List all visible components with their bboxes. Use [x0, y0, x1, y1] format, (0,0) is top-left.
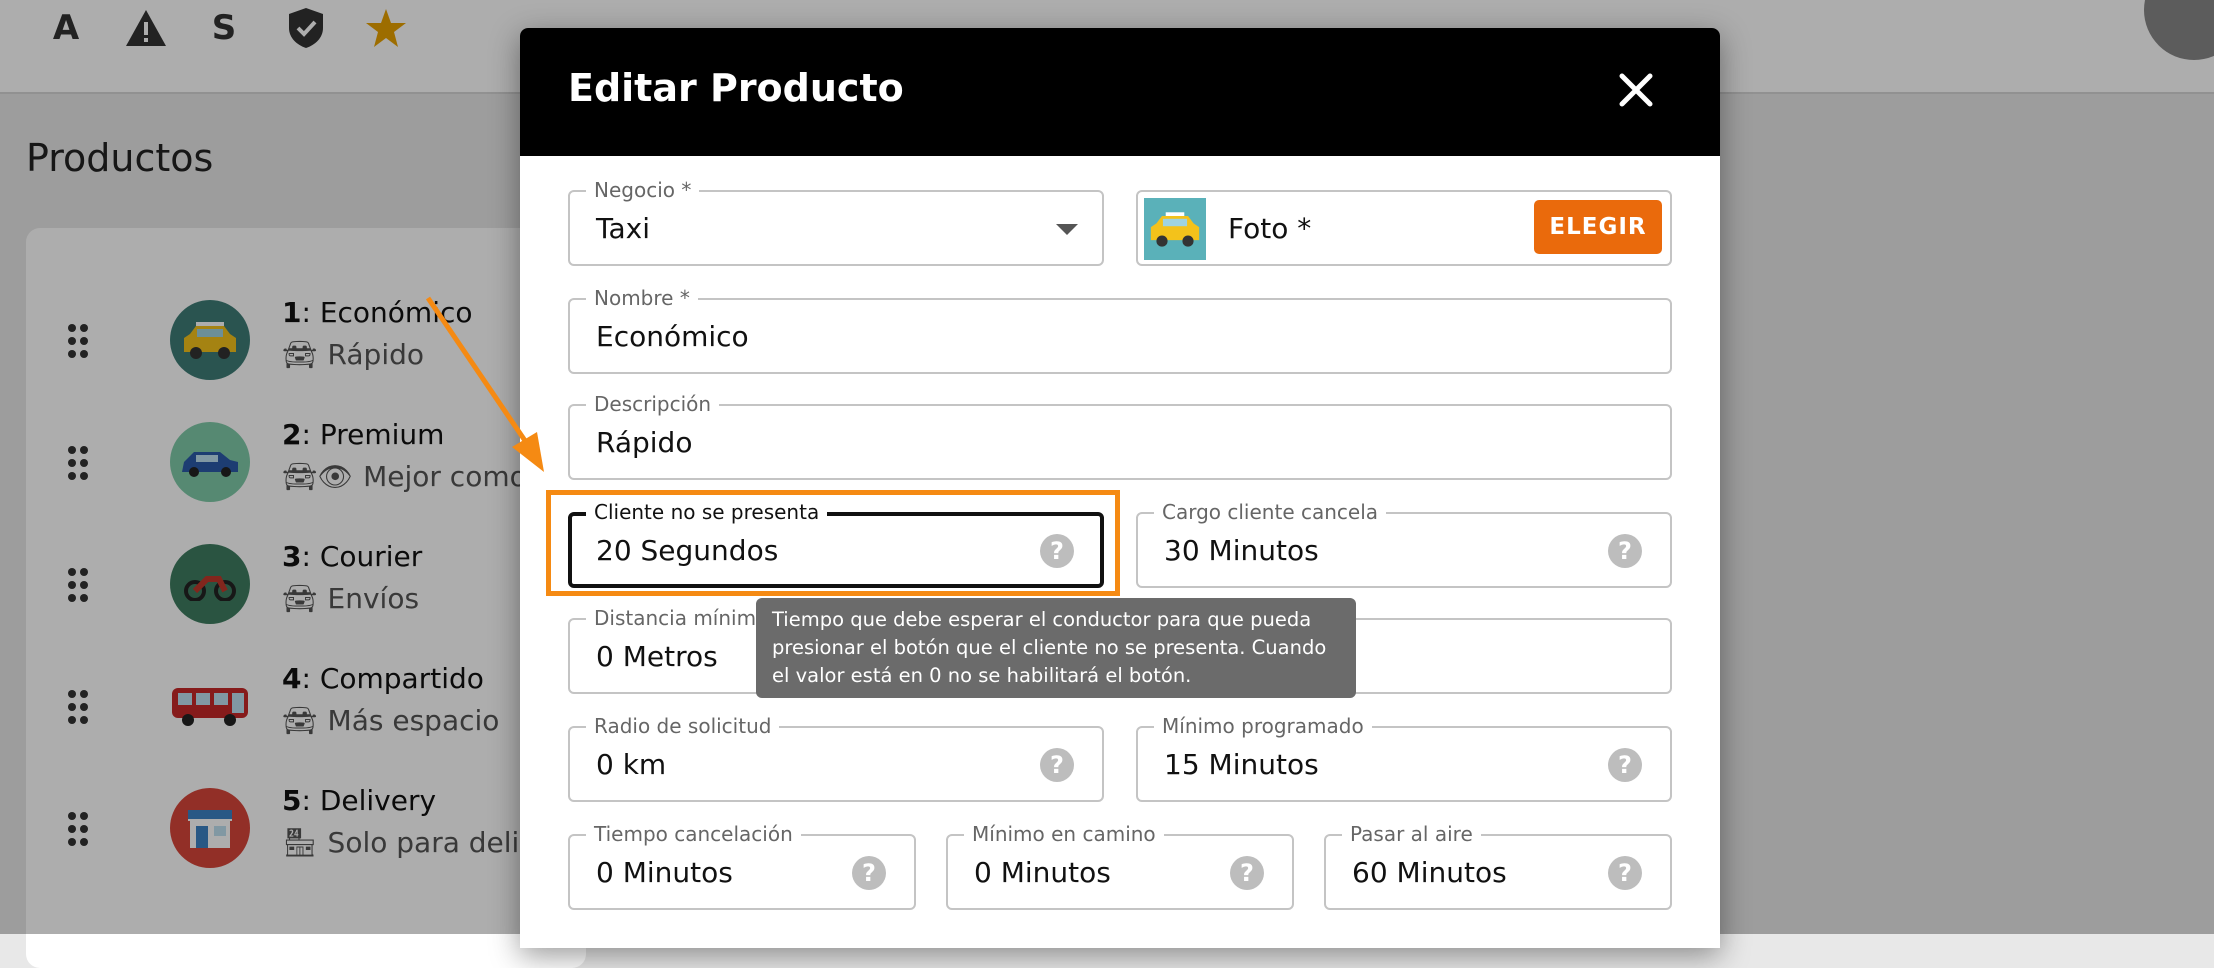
annotation-arrow-icon — [425, 296, 544, 472]
help-tooltip: Tiempo que debe esperar el conductor par… — [756, 598, 1356, 698]
